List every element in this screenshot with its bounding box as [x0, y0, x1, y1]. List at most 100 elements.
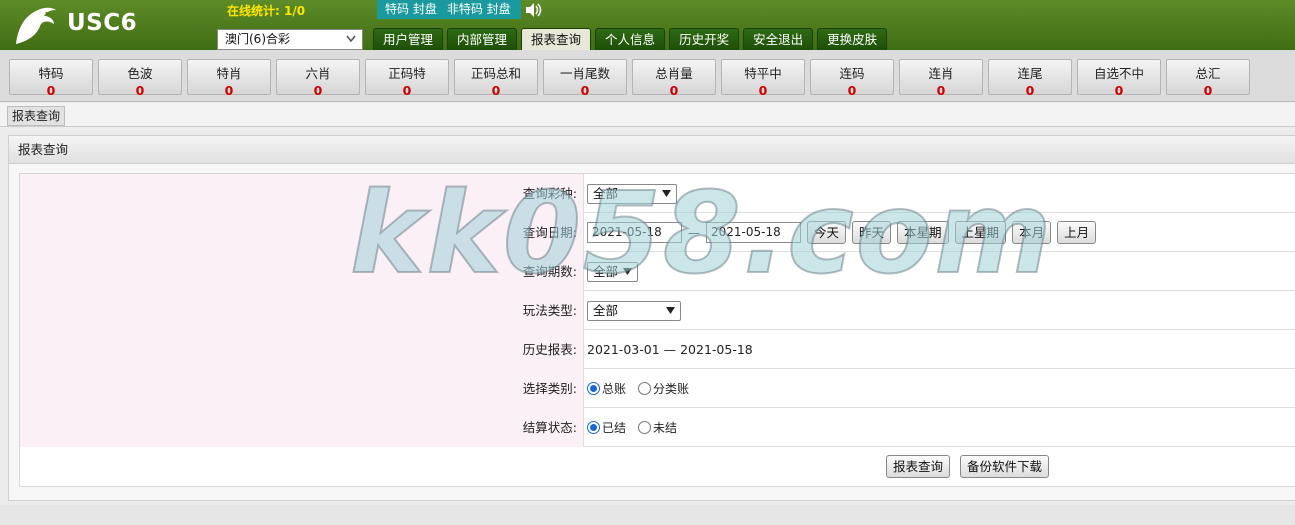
status-non-special: 非特码 封盘: [446, 2, 511, 16]
stat-item[interactable]: 特肖 0: [187, 59, 271, 98]
settle-option-settled[interactable]: 已结: [587, 419, 626, 436]
this-week-button[interactable]: 本星期: [897, 221, 949, 244]
category-option-label: 总账: [602, 382, 627, 396]
stat-item[interactable]: 总汇 0: [1166, 59, 1250, 98]
stat-label: 连肖: [928, 66, 954, 81]
stat-value: 0: [491, 83, 501, 98]
stat-value: 0: [1025, 83, 1035, 98]
radio-unchecked[interactable]: [638, 382, 652, 395]
stat-value: 0: [224, 83, 234, 98]
stat-value: 0: [758, 83, 768, 98]
category-option-label: 分类账: [653, 382, 690, 396]
stat-value: 0: [936, 83, 946, 98]
stat-value: 0: [847, 83, 857, 98]
breadcrumb[interactable]: 报表查询: [7, 106, 66, 126]
form-row-actions: 报表查询 备份软件下载: [20, 447, 1295, 486]
lottery-select-value: 澳门(6)合彩: [225, 32, 290, 46]
play-type-select[interactable]: 全部: [587, 300, 681, 321]
stat-label: 特肖: [216, 66, 242, 81]
stat-item[interactable]: 正码总和 0: [454, 59, 538, 98]
breadcrumb-bar: 报表查询: [0, 103, 1295, 127]
chevron-down-icon: [666, 306, 675, 314]
nav-report-query[interactable]: 报表查询: [521, 28, 592, 50]
stat-item[interactable]: 特平中 0: [721, 59, 805, 98]
stat-value: 0: [46, 83, 56, 98]
bottom-bar: [0, 505, 1295, 525]
top-header: USC6 在线统计: 1/0 特码 封盘 非特码 封盘 澳门(6)合彩 用户管理 …: [0, 0, 1295, 50]
stat-item[interactable]: 一肖尾数 0: [543, 59, 627, 98]
lottery-type-label: 查询彩种:: [20, 174, 584, 213]
stat-item[interactable]: 正码特 0: [365, 59, 449, 98]
this-month-button[interactable]: 本月: [1012, 221, 1052, 244]
bet-stats-bar: 特码 0 色波 0 特肖 0 六肖 0 正码特 0 正码总和 0 一肖尾数 0 总肖量 0 特平…: [0, 50, 1295, 102]
report-query-button[interactable]: 报表查询: [886, 455, 951, 478]
settle-option-label: 已结: [602, 421, 627, 435]
today-button[interactable]: 今天: [807, 221, 847, 244]
stat-value: 0: [669, 83, 679, 98]
stat-item[interactable]: 连肖 0: [899, 59, 983, 98]
report-query-panel: 报表查询 查询彩种: 全部 查询日期: 2021-05-18 — 2021-05…: [8, 135, 1295, 501]
period-select[interactable]: 全部: [587, 261, 638, 282]
radio-checked[interactable]: [587, 421, 600, 434]
period-label: 查询期数:: [20, 252, 584, 291]
chevron-down-icon: [346, 35, 356, 43]
category-option-classified[interactable]: 分类账: [638, 380, 689, 397]
panel-title: 报表查询: [9, 136, 1295, 164]
nav-personal-info[interactable]: 个人信息: [595, 28, 666, 50]
chevron-down-icon: [662, 189, 671, 197]
form-row-history: 历史报表: 2021-03-01 — 2021-05-18: [20, 330, 1295, 369]
date-to-input[interactable]: 2021-05-18: [706, 222, 801, 243]
stat-value: 0: [1114, 83, 1124, 98]
stat-item[interactable]: 特码 0: [9, 59, 93, 98]
category-label: 选择类别:: [20, 369, 584, 408]
brand-name: USC6: [67, 10, 138, 36]
date-from-input[interactable]: 2021-05-18: [587, 222, 682, 243]
stat-item[interactable]: 自选不中 0: [1077, 59, 1161, 98]
stat-item[interactable]: 总肖量 0: [632, 59, 716, 98]
stat-item[interactable]: 色波 0: [98, 59, 182, 98]
stat-label: 正码特: [388, 66, 426, 81]
stat-value: 0: [135, 83, 145, 98]
lottery-type-select[interactable]: 全部: [587, 183, 677, 204]
stat-label: 总肖量: [655, 66, 693, 81]
online-value: 1/0: [284, 4, 306, 18]
form-row-settle: 结算状态: 已结 未结: [20, 408, 1295, 447]
stat-item[interactable]: 六肖 0: [276, 59, 360, 98]
last-month-button[interactable]: 上月: [1057, 221, 1097, 244]
stat-label: 总汇: [1195, 66, 1221, 81]
settle-option-unsettled[interactable]: 未结: [638, 419, 677, 436]
stat-label: 连尾: [1017, 66, 1043, 81]
speaker-icon[interactable]: [525, 2, 543, 18]
stat-label: 连码: [839, 66, 865, 81]
nav-logout[interactable]: 安全退出: [743, 28, 814, 50]
backup-download-button[interactable]: 备份软件下载: [960, 455, 1050, 478]
nav-draw-history[interactable]: 历史开奖: [669, 28, 740, 50]
date-separator: —: [688, 225, 700, 240]
period-value: 全部: [593, 263, 619, 279]
play-type-value: 全部: [593, 302, 619, 318]
status-special: 特码 封盘: [385, 2, 437, 16]
stat-label: 自选不中: [1093, 66, 1144, 81]
chevron-down-icon: [623, 267, 632, 275]
stat-label: 特码: [38, 66, 64, 81]
lottery-select[interactable]: 澳门(6)合彩: [217, 29, 363, 50]
eagle-logo-icon: [16, 7, 56, 44]
form-row-lottery-type: 查询彩种: 全部: [20, 174, 1295, 213]
stat-value: 0: [580, 83, 590, 98]
lottery-type-value: 全部: [593, 185, 619, 201]
nav-user-management[interactable]: 用户管理: [373, 28, 444, 50]
category-option-total[interactable]: 总账: [587, 380, 626, 397]
last-week-button[interactable]: 上星期: [954, 221, 1007, 244]
nav-change-skin[interactable]: 更换皮肤: [817, 28, 888, 50]
actions-spacer: [20, 447, 584, 486]
stat-label: 六肖: [305, 66, 331, 81]
radio-checked[interactable]: [587, 382, 600, 395]
stat-item[interactable]: 连码 0: [810, 59, 894, 98]
online-label: 在线统计:: [227, 4, 280, 18]
online-stats: 在线统计: 1/0: [227, 2, 305, 19]
stat-item[interactable]: 连尾 0: [988, 59, 1072, 98]
radio-unchecked[interactable]: [638, 421, 652, 434]
nav-internal-management[interactable]: 内部管理: [447, 28, 518, 50]
yesterday-button[interactable]: 昨天: [852, 221, 892, 244]
market-status-box: 特码 封盘 非特码 封盘: [377, 0, 521, 19]
